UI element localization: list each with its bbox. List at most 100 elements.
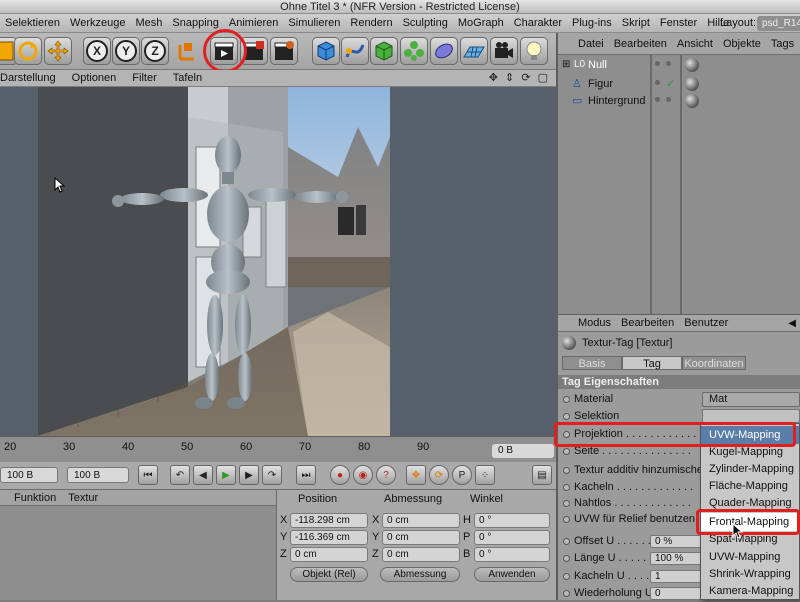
menu-sculpting[interactable]: Sculpting <box>398 14 453 33</box>
auto-keyframe-icon[interactable]: ◉ <box>353 465 373 485</box>
dropdown-option-shrink-wrapping[interactable]: Shrink-Wrapping <box>701 565 799 583</box>
menu-simulieren[interactable]: Simulieren <box>283 14 345 33</box>
object-row-null[interactable]: ⊞ L0 Null <box>558 57 800 73</box>
record-keyframe-icon[interactable]: ● <box>330 465 350 485</box>
menu-charakter[interactable]: Charakter <box>509 14 567 33</box>
animate-radio[interactable] <box>563 467 570 474</box>
viewport-navigation-icons[interactable]: ✥ ⇕ ⟳ ▢ <box>489 71 550 84</box>
next-frame-icon[interactable]: ▶ <box>239 465 259 485</box>
material-menu-textur[interactable]: Textur <box>62 492 104 504</box>
timeline-ruler[interactable]: 20 30 40 50 60 70 80 90 <box>0 437 490 463</box>
menu-werkzeuge[interactable]: Werkzeuge <box>65 14 130 33</box>
pos-z-field[interactable]: 0 cm <box>290 547 368 562</box>
render-view-icon[interactable] <box>210 37 238 65</box>
objects-menu-datei[interactable]: Datei <box>558 38 609 50</box>
render-visibility-dot[interactable] <box>666 61 671 66</box>
layout-select[interactable]: psd_R14 <box>757 16 800 31</box>
size-x-field[interactable]: 0 cm <box>382 513 460 528</box>
viewport-menu-tafeln[interactable]: Tafeln <box>165 72 210 84</box>
animate-radio[interactable] <box>563 555 570 562</box>
keyframe-selection-icon[interactable]: ? <box>376 465 396 485</box>
viewport-menu-optionen[interactable]: Optionen <box>64 72 125 84</box>
animate-radio[interactable] <box>563 500 570 507</box>
previous-frame-icon[interactable]: ◀ <box>193 465 213 485</box>
editor-visibility-dot[interactable] <box>655 80 660 85</box>
rotate-tool-icon[interactable] <box>14 37 42 65</box>
viewport-menu-darstellung[interactable]: Darstellung <box>0 72 64 84</box>
apply-button[interactable]: Anwenden <box>474 567 550 582</box>
enabled-check-icon[interactable]: ✓ <box>666 76 675 92</box>
render-visibility-dot[interactable] <box>666 97 671 102</box>
menu-mograph[interactable]: MoGraph <box>453 14 509 33</box>
timeline[interactable]: 20 30 40 50 60 70 80 90 0 B <box>0 436 556 462</box>
object-row-figur[interactable]: ♙ Figur ✓ <box>558 76 800 92</box>
timeline-window-icon[interactable]: ▤ <box>532 465 552 485</box>
menu-fenster[interactable]: Fenster <box>655 14 702 33</box>
play-icon[interactable]: ▶ <box>216 465 236 485</box>
size-z-field[interactable]: 0 cm <box>382 547 460 562</box>
material-menu-funktion[interactable]: Funktion <box>0 492 62 504</box>
attr-menu-benutzer[interactable]: Benutzer <box>679 317 733 329</box>
animate-radio[interactable] <box>563 396 570 403</box>
objects-menu-tags[interactable]: Tags <box>766 38 799 50</box>
menu-mesh[interactable]: Mesh <box>130 14 167 33</box>
cube-primitive-icon[interactable] <box>312 37 340 65</box>
size-mode-select[interactable]: Abmessung <box>380 567 460 582</box>
dropdown-option-zylinder-mapping[interactable]: Zylinder-Mapping <box>701 460 799 478</box>
projection-dropdown[interactable]: UVW-Mapping Kugel-Mapping Zylinder-Mappi… <box>700 423 800 600</box>
dropdown-option-spat-mapping[interactable]: Spat-Mapping <box>701 530 799 548</box>
animate-radio[interactable] <box>563 573 570 580</box>
pos-y-field[interactable]: -116.369 cm <box>290 530 368 545</box>
menu-plugins[interactable]: Plug-ins <box>567 14 617 33</box>
animate-radio[interactable] <box>563 431 570 438</box>
point-level-animation-icon[interactable]: ⁘ <box>475 465 495 485</box>
rot-h-field[interactable]: 0 ° <box>474 513 550 528</box>
objects-menu-objekte[interactable]: Objekte <box>718 38 766 50</box>
max-frame-field[interactable]: 100 B <box>67 467 129 483</box>
dropdown-option-frontal-mapping[interactable]: Frontal-Mapping <box>701 513 799 531</box>
menu-snapping[interactable]: Snapping <box>167 14 224 33</box>
floor-object-icon[interactable] <box>460 37 488 65</box>
texture-tag-icon[interactable] <box>685 58 699 72</box>
current-frame-field[interactable]: 0 B <box>492 444 554 458</box>
animate-radio[interactable] <box>563 516 570 523</box>
spline-pen-icon[interactable] <box>341 37 369 65</box>
coordinate-system-icon[interactable] <box>172 37 200 65</box>
deformer-icon[interactable] <box>430 37 458 65</box>
expand-icon[interactable]: ⊞ <box>562 57 570 73</box>
material-field[interactable]: Mat <box>702 392 800 407</box>
previous-key-icon[interactable]: ↶ <box>170 465 190 485</box>
z-axis-lock-button[interactable]: Z <box>141 37 169 65</box>
dropdown-option-flaeche-mapping[interactable]: Fläche-Mapping <box>701 477 799 495</box>
menu-rendern[interactable]: Rendern <box>345 14 397 33</box>
texture-tag-icon[interactable] <box>685 77 699 91</box>
subdivision-surface-icon[interactable] <box>370 37 398 65</box>
objects-menu-bearbeiten[interactable]: Bearbeiten <box>609 38 672 50</box>
dropdown-option-quader-mapping[interactable]: Quader-Mapping <box>701 494 799 512</box>
viewport-menu-filter[interactable]: Filter <box>124 72 164 84</box>
objects-menu-ansicht[interactable]: Ansicht <box>672 38 718 50</box>
position-key-icon[interactable]: ✥ <box>406 465 426 485</box>
light-object-icon[interactable] <box>520 37 548 65</box>
editor-visibility-dot[interactable] <box>655 61 660 66</box>
back-arrow-icon[interactable]: ◀ <box>788 318 796 329</box>
menu-skript[interactable]: Skript <box>617 14 655 33</box>
move-tool-icon[interactable] <box>44 37 72 65</box>
animate-radio[interactable] <box>563 538 570 545</box>
animate-radio[interactable] <box>563 413 570 420</box>
3d-viewport[interactable] <box>0 87 556 436</box>
tab-basis[interactable]: Basis <box>562 356 622 370</box>
length-u-field[interactable]: 100 % <box>650 552 702 565</box>
y-axis-lock-button[interactable]: Y <box>112 37 140 65</box>
size-y-field[interactable]: 0 cm <box>382 530 460 545</box>
texture-tag-icon[interactable] <box>685 94 699 108</box>
camera-object-icon[interactable] <box>490 37 518 65</box>
tab-tag[interactable]: Tag <box>622 356 682 370</box>
tab-koordinaten[interactable]: Koordinaten <box>682 356 746 370</box>
attr-menu-bearbeiten[interactable]: Bearbeiten <box>616 317 679 329</box>
tiles-u-field[interactable]: 1 <box>650 570 702 583</box>
offset-u-field[interactable]: 0 % <box>650 535 702 548</box>
dropdown-option-uvw-mapping-2[interactable]: UVW-Mapping <box>701 548 799 566</box>
animate-radio[interactable] <box>563 590 570 597</box>
min-frame-field[interactable]: 100 B <box>0 467 58 483</box>
